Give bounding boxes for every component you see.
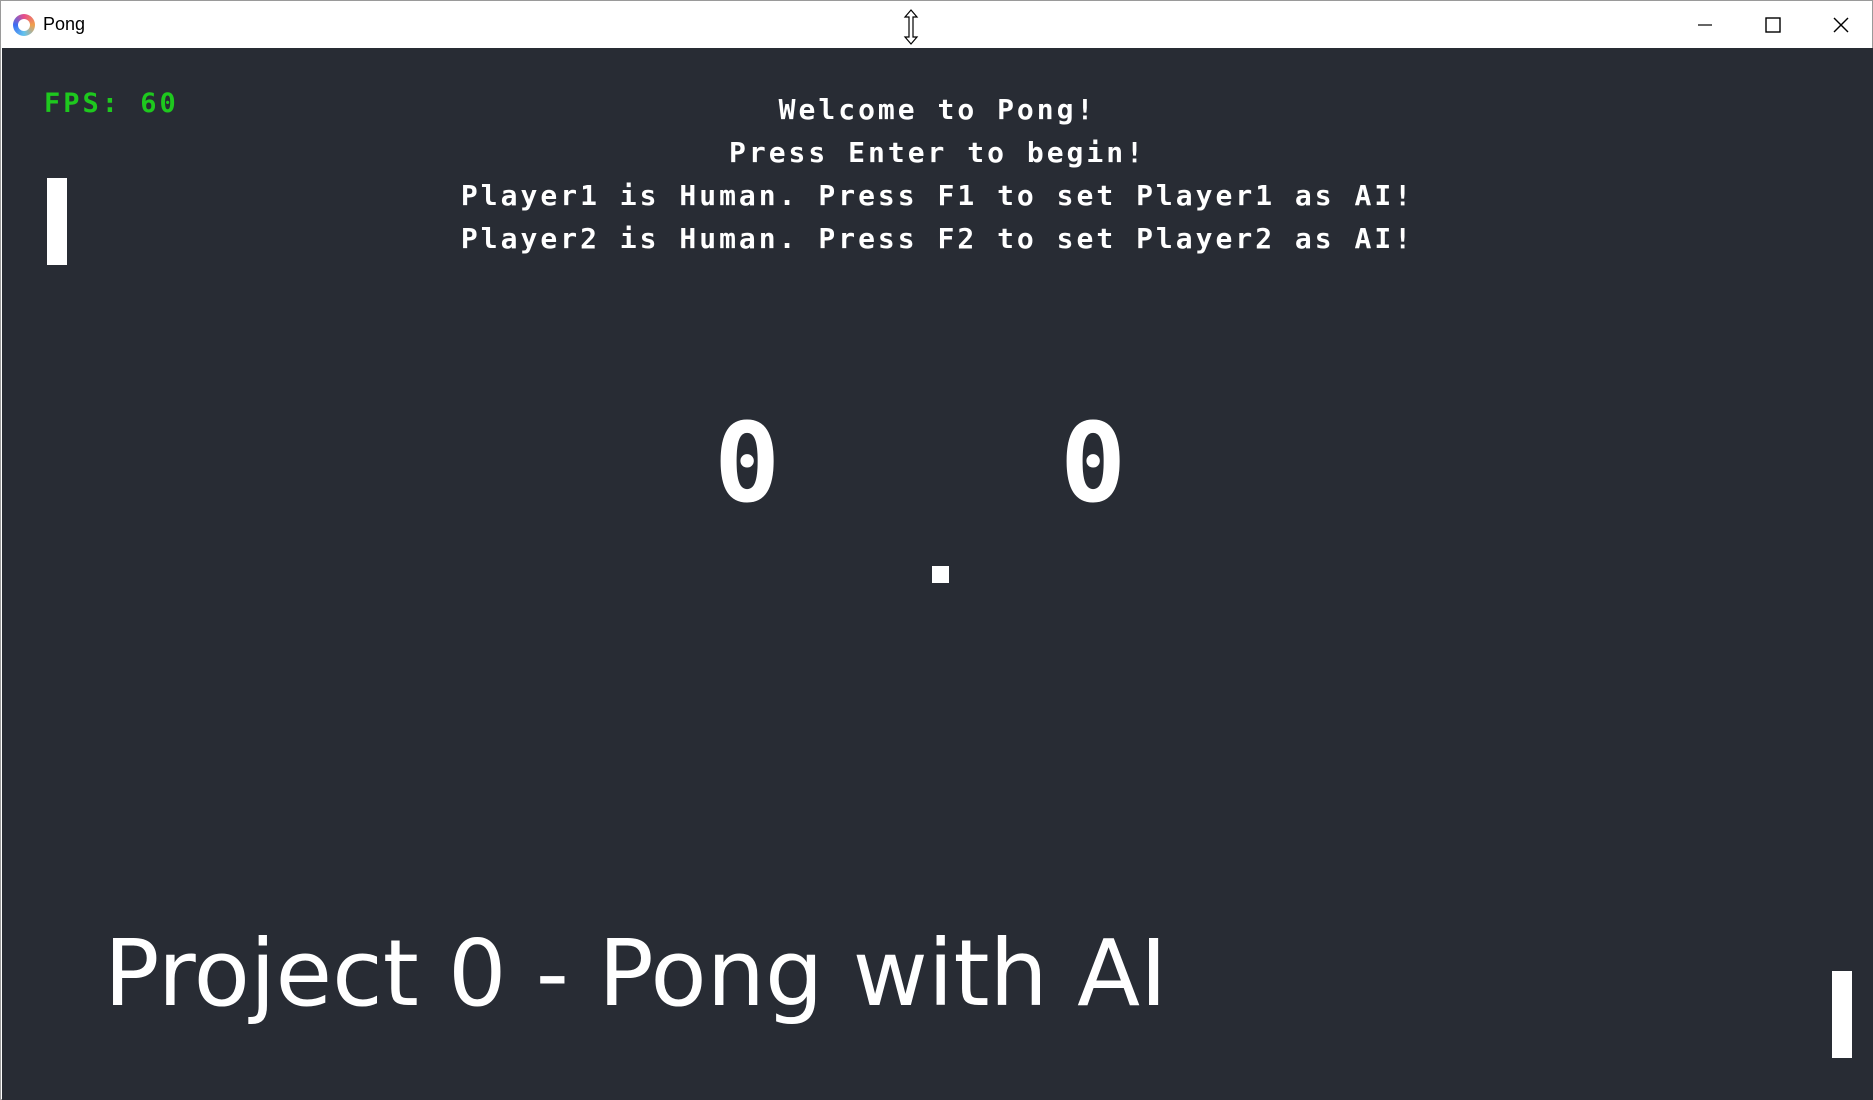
player1-status: Player1 is Human. Press F1 to set Player…	[460, 179, 1415, 212]
video-caption: Project 0 - Pong with AI	[104, 920, 1168, 1027]
game-canvas[interactable]: FPS: 60 Welcome to Pong! Press Enter to …	[2, 48, 1873, 1100]
welcome-messages: Welcome to Pong! Press Enter to begin! P…	[2, 88, 1873, 260]
close-icon	[1833, 17, 1849, 33]
minimize-icon	[1698, 24, 1712, 26]
start-prompt: Press Enter to begin!	[728, 136, 1146, 169]
resize-cursor-icon	[903, 9, 919, 45]
player1-score: 0	[714, 399, 781, 527]
player1-paddle	[47, 178, 67, 265]
window-title: Pong	[43, 14, 86, 34]
maximize-icon	[1765, 17, 1781, 33]
maximize-button[interactable]	[1739, 1, 1807, 48]
player2-score: 0	[1060, 399, 1127, 527]
welcome-line: Welcome to Pong!	[778, 93, 1097, 126]
close-button[interactable]	[1807, 1, 1873, 48]
app-icon	[13, 14, 35, 36]
minimize-button[interactable]	[1671, 1, 1739, 48]
player2-status: Player2 is Human. Press F2 to set Player…	[460, 222, 1415, 255]
pong-window: Pong FPS: 60 Welcome to Pong! Press Ente…	[0, 0, 1873, 1100]
player2-paddle	[1832, 971, 1852, 1058]
title-bar[interactable]: Pong	[1, 1, 1872, 48]
ball	[932, 566, 949, 583]
